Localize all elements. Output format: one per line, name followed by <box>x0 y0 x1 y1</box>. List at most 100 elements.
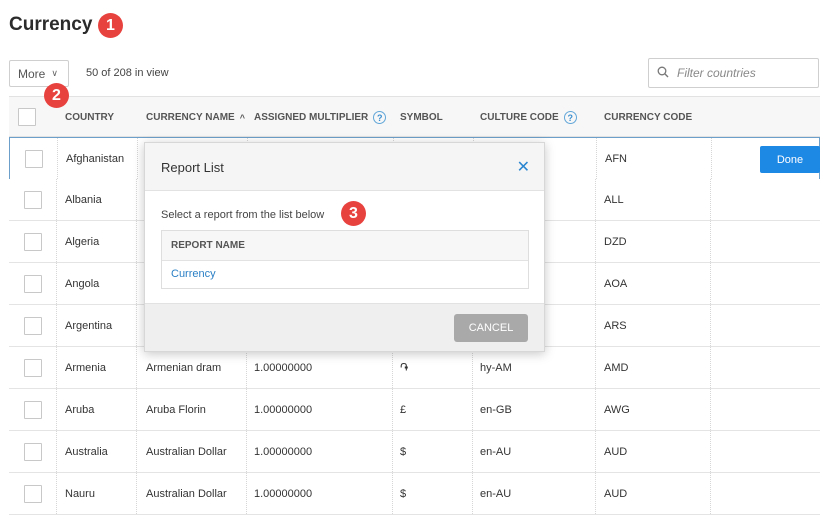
cell-symbol: ֏ <box>400 361 409 374</box>
cell-country: Argentina <box>65 320 113 332</box>
row-checkbox[interactable] <box>25 150 43 168</box>
report-list-dialog: Report List ✕ Select a report from the l… <box>144 142 545 352</box>
column-divider <box>246 473 247 514</box>
cell-currency-code: AWG <box>604 404 630 416</box>
cell-multiplier: 1.00000000 <box>254 362 313 374</box>
report-name-header: REPORT NAME <box>162 231 528 261</box>
column-divider <box>710 305 711 346</box>
cancel-button[interactable]: CANCEL <box>454 314 528 342</box>
column-divider <box>710 347 711 388</box>
cell-culture-code: en-AU <box>480 446 512 458</box>
column-divider <box>136 389 137 430</box>
column-divider <box>136 431 137 472</box>
table-row[interactable]: Aruba Aruba Florin 1.00000000 £ en-GB AWG <box>9 389 820 431</box>
column-header-assigned-multiplier[interactable]: ASSIGNED MULTIPLIER? <box>254 97 387 138</box>
column-divider <box>595 305 596 346</box>
cell-currency-code: AUD <box>604 488 628 500</box>
column-divider <box>56 305 57 346</box>
column-divider <box>710 263 711 304</box>
row-checkbox[interactable] <box>24 401 42 419</box>
cell-country: Australia <box>65 446 108 458</box>
column-divider <box>246 431 247 472</box>
cell-culture-code: hy-AM <box>480 362 512 374</box>
cell-multiplier: 1.00000000 <box>254 488 313 500</box>
annotation-badge-3: 3 <box>341 201 366 226</box>
cell-currency-code: AOA <box>604 278 628 290</box>
column-divider <box>710 431 711 472</box>
column-header-currency-name[interactable]: CURRENCY NAME ^ <box>146 97 245 138</box>
cell-country: Afghanistan <box>66 153 125 165</box>
column-divider <box>57 138 58 179</box>
table-row[interactable]: Armenia Armenian dram 1.00000000 ֏ hy-AM AMD <box>9 347 820 389</box>
view-count: 50 of 208 in view <box>86 67 169 79</box>
report-link-currency[interactable]: Currency <box>171 268 216 280</box>
more-label: More <box>18 66 46 81</box>
column-divider <box>596 138 597 179</box>
cell-symbol: £ <box>400 404 407 416</box>
search-input[interactable]: Filter countries <box>677 66 756 80</box>
select-all-checkbox[interactable] <box>18 108 36 126</box>
column-divider <box>392 389 393 430</box>
dialog-message: Select a report from the list below <box>161 209 325 221</box>
help-icon[interactable]: ? <box>373 111 387 124</box>
cell-culture-code: en-AU <box>480 488 512 500</box>
column-divider <box>392 473 393 514</box>
column-divider <box>56 389 57 430</box>
cell-currency-code: DZD <box>604 236 627 248</box>
row-checkbox[interactable] <box>24 233 42 251</box>
table-row[interactable]: Australia Australian Dollar 1.00000000 $ en-… <box>9 431 820 473</box>
column-divider <box>392 347 393 388</box>
column-divider <box>472 473 473 514</box>
table-header: COUNTRY CURRENCY NAME ^ ASSIGNED MULTIPLI… <box>9 96 820 137</box>
cell-currency-name: Aruba Florin <box>146 404 206 416</box>
cell-country: Nauru <box>65 488 95 500</box>
column-divider <box>246 347 247 388</box>
annotation-badge-2: 2 <box>44 83 69 108</box>
cell-currency-code: AUD <box>604 446 628 458</box>
column-divider <box>711 138 712 179</box>
cell-currency-code: ALL <box>604 194 624 206</box>
column-divider <box>56 347 57 388</box>
column-divider <box>710 389 711 430</box>
dialog-header: Report List ✕ <box>145 143 544 191</box>
search-icon <box>657 66 669 81</box>
row-checkbox[interactable] <box>24 443 42 461</box>
row-checkbox[interactable] <box>24 359 42 377</box>
column-divider <box>472 347 473 388</box>
column-divider <box>595 347 596 388</box>
row-checkbox[interactable] <box>24 275 42 293</box>
cell-currency-code: AFN <box>605 153 627 165</box>
report-table: REPORT NAME Currency <box>161 230 529 289</box>
column-divider <box>136 473 137 514</box>
search-box[interactable]: Filter countries <box>648 58 819 88</box>
column-header-symbol[interactable]: SYMBOL <box>400 97 443 138</box>
column-divider <box>392 431 393 472</box>
column-divider <box>595 431 596 472</box>
row-checkbox[interactable] <box>24 485 42 503</box>
cell-country: Algeria <box>65 236 100 248</box>
column-divider <box>246 389 247 430</box>
row-checkbox[interactable] <box>24 191 42 209</box>
column-divider <box>710 179 711 220</box>
help-icon[interactable]: ? <box>563 111 577 124</box>
cell-currency-name: Australian Dollar <box>146 446 227 458</box>
row-checkbox[interactable] <box>24 317 42 335</box>
page-title: Currency <box>9 14 93 35</box>
close-icon[interactable]: ✕ <box>517 157 530 177</box>
cell-multiplier: 1.00000000 <box>254 446 313 458</box>
column-divider <box>56 221 57 262</box>
column-divider <box>595 263 596 304</box>
chevron-down-icon: ∨ <box>51 68 58 78</box>
column-divider <box>595 179 596 220</box>
table-row[interactable]: Nauru Australian Dollar 1.00000000 $ en-AU AU… <box>9 473 820 515</box>
cell-country: Armenia <box>65 362 106 374</box>
column-divider <box>56 473 57 514</box>
column-divider <box>137 138 138 179</box>
column-header-currency-code[interactable]: CURRENCY CODE <box>604 97 692 138</box>
done-button[interactable]: Done <box>760 146 820 173</box>
column-divider <box>56 263 57 304</box>
column-divider <box>595 473 596 514</box>
column-header-country[interactable]: COUNTRY <box>65 97 114 138</box>
column-header-culture-code[interactable]: CULTURE CODE? <box>480 97 577 138</box>
cell-currency-code: AMD <box>604 362 629 374</box>
